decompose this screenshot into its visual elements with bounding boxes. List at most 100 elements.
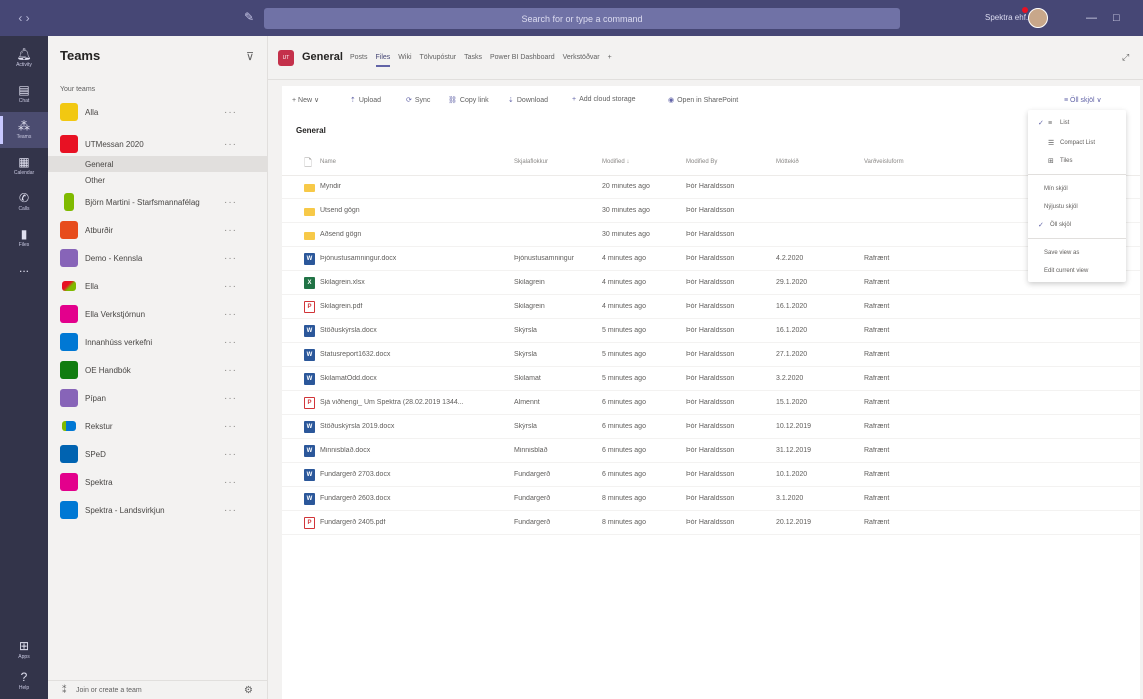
more-options-icon[interactable]: ···	[224, 225, 237, 236]
menu-item-tiles[interactable]: ⊞ Tiles	[1028, 152, 1126, 170]
more-options-icon[interactable]: ···	[224, 393, 237, 404]
new-button[interactable]: + New ∨	[292, 96, 319, 104]
tab-email[interactable]: Tölvupóstur	[420, 54, 457, 61]
avatar[interactable]	[1028, 8, 1048, 28]
team-row[interactable]: Atburðir ···	[48, 216, 268, 244]
channel-general[interactable]: General	[48, 156, 268, 172]
maximize-button[interactable]: □	[1113, 12, 1120, 24]
team-row[interactable]: Alla ···	[48, 98, 268, 126]
download-button[interactable]: ⇣ Download	[508, 96, 548, 104]
team-row[interactable]: OE Handbók ···	[48, 356, 268, 384]
cell-name[interactable]: Minnisblað.docx	[320, 447, 505, 454]
menu-item-edit-view[interactable]: Edit current view	[1028, 262, 1126, 280]
more-options-icon[interactable]: ···	[224, 477, 237, 488]
col-category[interactable]: Skjalaflokkur	[514, 159, 548, 165]
more-options-icon[interactable]: ···	[224, 197, 237, 208]
upload-button[interactable]: ⇡ Upload	[350, 96, 381, 104]
team-row[interactable]: Innanhúss verkefni ···	[48, 328, 268, 356]
table-row[interactable]: W Stöðuskýrsla 2019.docx Skýrsla 6 minutes …	[282, 416, 1140, 439]
team-row[interactable]: UTMessan 2020 ···	[48, 130, 268, 158]
cell-name[interactable]: Stöðuskýrsla 2019.docx	[320, 423, 505, 430]
table-row[interactable]: W Fundargerð 2603.docx Fundargerð 8 minutes…	[282, 488, 1140, 511]
menu-item-compact-list[interactable]: ☰ Compact List	[1028, 134, 1126, 152]
copy-link-button[interactable]: ⛓ Copy link	[448, 96, 489, 104]
team-row[interactable]: SPeD ···	[48, 440, 268, 468]
cell-name[interactable]: SkilamatOdd.docx	[320, 375, 505, 382]
tab-posts[interactable]: Posts	[350, 54, 368, 61]
menu-item-list[interactable]: ✓ ≡ List	[1028, 114, 1126, 132]
minimize-button[interactable]: —	[1086, 12, 1097, 24]
tab-wiki[interactable]: Wiki	[398, 54, 411, 61]
more-options-icon[interactable]: ···	[224, 309, 237, 320]
more-options-icon[interactable]: ···	[224, 505, 237, 516]
col-modified-by[interactable]: Modified By	[686, 159, 717, 165]
table-row[interactable]: P Skilagrein.pdf Skilagrein 4 minutes ago Þó…	[282, 296, 1140, 319]
add-cloud-storage-button[interactable]: + Add cloud storage	[572, 96, 636, 103]
table-row[interactable]: Aðsend gögn 30 minutes ago Þór Haraldsson	[282, 224, 1140, 247]
rail-help[interactable]: ? Help	[0, 663, 48, 699]
tab-verkstodvar[interactable]: Verkstöðvar	[563, 54, 600, 61]
compose-icon[interactable]: ✎	[244, 10, 254, 24]
more-options-icon[interactable]: ···	[224, 337, 237, 348]
col-retention[interactable]: Varðveisluform	[864, 159, 904, 165]
team-row[interactable]: Ella Verkstjórnun ···	[48, 300, 268, 328]
team-row[interactable]: Ella ···	[48, 272, 268, 300]
cell-name[interactable]: Sjá viðhengi_ Um Spektra (28.02.2019 134…	[320, 399, 505, 406]
more-options-icon[interactable]: ···	[224, 107, 237, 118]
cell-name[interactable]: Skilagrein.xlsx	[320, 279, 505, 286]
rail-more[interactable]: ...	[0, 250, 48, 286]
rail-calls[interactable]: ✆ Calls	[0, 184, 48, 220]
table-row[interactable]: P Fundargerð 2405.pdf Fundargerð 8 minutes …	[282, 512, 1140, 535]
table-row[interactable]: W Fundargerð 2703.docx Fundargerð 6 minutes…	[282, 464, 1140, 487]
table-row[interactable]: Myndir 20 minutes ago Þór Haraldsson	[282, 176, 1140, 199]
menu-item-all-docs[interactable]: ✓ Öll skjöl	[1028, 216, 1126, 234]
team-row[interactable]: Demo - Kennsla ···	[48, 244, 268, 272]
cell-name[interactable]: Myndir	[320, 183, 505, 190]
cell-name[interactable]: Fundargerð 2603.docx	[320, 495, 505, 502]
cell-name[interactable]: Aðsend gögn	[320, 231, 505, 238]
filter-icon[interactable]: ⊽	[246, 50, 254, 63]
expand-icon[interactable]: ⤢	[1122, 52, 1129, 63]
cell-name[interactable]: Fundargerð 2703.docx	[320, 471, 505, 478]
menu-item-recent-docs[interactable]: Nýjustu skjöl	[1028, 198, 1126, 216]
table-row[interactable]: X Skilagrein.xlsx Skilagrein 4 minutes ago Þ…	[282, 272, 1140, 295]
table-row[interactable]: W Minnisblað.docx Minnisblað 6 minutes ago Þ…	[282, 440, 1140, 463]
table-row[interactable]: P Sjá viðhengi_ Um Spektra (28.02.2019 13…	[282, 392, 1140, 415]
col-received[interactable]: Móttekið	[776, 159, 799, 165]
col-modified[interactable]: Modified ↓	[602, 159, 629, 165]
tab-tasks[interactable]: Tasks	[464, 54, 482, 61]
rail-teams[interactable]: ⁂ Teams	[0, 112, 48, 148]
more-options-icon[interactable]: ···	[224, 281, 237, 292]
more-options-icon[interactable]: ···	[224, 139, 237, 150]
rail-activity[interactable]: 🔔︎ Activity	[0, 40, 48, 76]
table-row[interactable]: Útsend gögn 30 minutes ago Þór Haraldsson	[282, 200, 1140, 223]
join-create-team-button[interactable]: ⁑ Join or create a team ⚙	[48, 680, 268, 699]
channel-other[interactable]: Other	[48, 172, 268, 188]
cell-name[interactable]: Útsend gögn	[320, 207, 505, 214]
cell-name[interactable]: Fundargerð 2405.pdf	[320, 519, 505, 526]
team-row[interactable]: Björn Martini - Starfsmannafélag ···	[48, 188, 268, 216]
team-row[interactable]: Pípan ···	[48, 384, 268, 412]
sync-button[interactable]: ⟳ Sync	[406, 96, 430, 104]
cell-name[interactable]: Statusreport1632.docx	[320, 351, 505, 358]
rail-calendar[interactable]: ▦ Calendar	[0, 148, 48, 184]
menu-item-my-docs[interactable]: Mín skjöl	[1028, 180, 1126, 198]
open-sharepoint-button[interactable]: ◉ Open in SharePoint	[668, 96, 738, 104]
cell-name[interactable]: Þjónustusamningur.docx	[320, 255, 505, 262]
search-input[interactable]: Search for or type a command	[264, 8, 900, 29]
more-options-icon[interactable]: ···	[224, 421, 237, 432]
tab-files[interactable]: Files	[375, 54, 390, 67]
add-tab-button[interactable]: +	[608, 54, 612, 61]
more-options-icon[interactable]: ···	[224, 253, 237, 264]
tab-power-bi[interactable]: Power BI Dashboard	[490, 54, 555, 61]
table-row[interactable]: W Stöðuskýrsla.docx Skýrsla 5 minutes ago Þó…	[282, 320, 1140, 343]
col-name[interactable]: Name	[320, 159, 336, 165]
rail-chat[interactable]: ▤ Chat	[0, 76, 48, 112]
nav-arrows-icon[interactable]: ‹ ›	[0, 0, 48, 36]
team-row[interactable]: Spektra - Landsvirkjun ···	[48, 496, 268, 524]
menu-item-save-view[interactable]: Save view as	[1028, 244, 1126, 262]
cell-name[interactable]: Stöðuskýrsla.docx	[320, 327, 505, 334]
table-row[interactable]: W SkilamatOdd.docx Skilamat 5 minutes ago Þó…	[282, 368, 1140, 391]
more-options-icon[interactable]: ···	[224, 365, 237, 376]
more-options-icon[interactable]: ···	[224, 449, 237, 460]
